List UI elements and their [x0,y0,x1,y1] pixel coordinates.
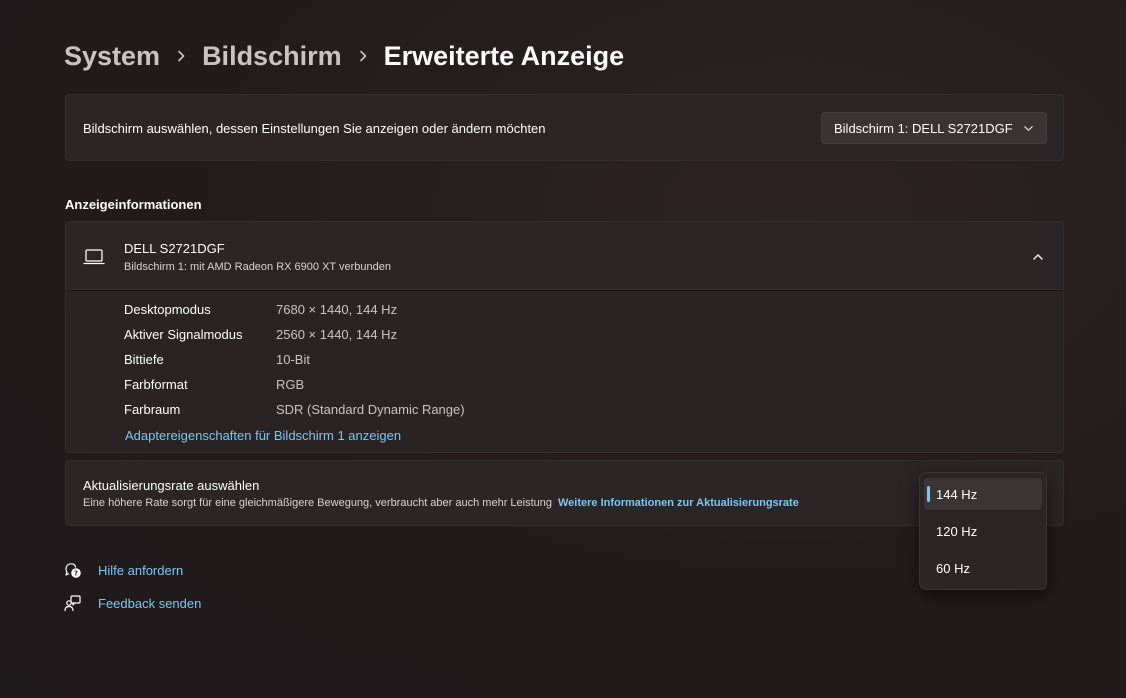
display-select-value: Bildschirm 1: DELL S2721DGF [834,120,1013,136]
display-info-header[interactable]: DELL S2721DGF Bildschirm 1: mit AMD Rade… [65,221,1064,290]
collapse-button[interactable] [1027,246,1049,268]
select-display-card: Bildschirm auswählen, dessen Einstellung… [65,94,1064,161]
laptop-icon [83,249,105,265]
feedback-link-label: Feedback senden [98,595,202,611]
refresh-option-60[interactable]: 60 Hz [924,552,1042,584]
detail-row-signal-mode: Aktiver Signalmodus 2560 × 1440, 144 Hz [124,327,397,345]
refresh-rate-card: Aktualisierungsrate auswählen Eine höher… [65,460,1064,526]
display-name: DELL S2721DGF [124,241,225,256]
detail-key: Desktopmodus [124,302,211,317]
page-title: Erweiterte Anzeige [383,40,625,71]
refresh-rate-info-link[interactable]: Weitere Informationen zur Aktualisierung… [558,497,799,509]
selection-indicator [927,486,930,502]
detail-value: 10-Bit [276,352,310,367]
detail-row-color-format: Farbformat RGB [124,377,304,395]
chevron-right-icon [160,50,202,62]
detail-key: Bittiefe [124,352,164,367]
breadcrumb-system[interactable]: System [64,41,160,72]
help-link-label: Hilfe anfordern [98,562,184,578]
feedback-link[interactable]: Feedback senden [64,593,201,613]
refresh-option-144[interactable]: 144 Hz [924,478,1042,510]
refresh-rate-description: Eine höhere Rate sorgt für eine gleichmä… [83,497,799,509]
detail-key: Farbraum [124,402,181,417]
detail-row-color-space: Farbraum SDR (Standard Dynamic Range) [124,402,465,420]
breadcrumb: System Bildschirm Erweiterte Anzeige [64,38,624,74]
chevron-down-icon [1024,126,1033,131]
feedback-icon [64,595,81,612]
select-display-label: Bildschirm auswählen, dessen Einstellung… [83,121,546,136]
refresh-rate-title: Aktualisierungsrate auswählen [83,478,260,493]
breadcrumb-bildschirm[interactable]: Bildschirm [202,41,342,72]
refresh-option-label: 144 Hz [936,486,978,502]
refresh-option-120[interactable]: 120 Hz [924,515,1042,547]
detail-value: 7680 × 1440, 144 Hz [276,302,398,317]
chevron-right-icon [342,50,384,62]
detail-key: Aktiver Signalmodus [124,327,243,342]
detail-row-desktop-mode: Desktopmodus 7680 × 1440, 144 Hz [124,302,397,320]
display-details-panel: Desktopmodus 7680 × 1440, 144 Hz Aktiver… [65,290,1064,453]
detail-value: SDR (Standard Dynamic Range) [276,402,465,417]
detail-value: RGB [276,377,305,392]
refresh-option-label: 120 Hz [936,523,978,539]
svg-text:?: ? [74,570,78,578]
display-subtitle: Bildschirm 1: mit AMD Radeon RX 6900 XT … [124,261,391,273]
refresh-rate-dropdown-list: 144 Hz 120 Hz 60 Hz [919,472,1047,590]
detail-value: 2560 × 1440, 144 Hz [276,327,398,342]
detail-row-bit-depth: Bittiefe 10-Bit [124,352,310,370]
refresh-rate-description-text: Eine höhere Rate sorgt für eine gleichmä… [83,497,552,509]
detail-key: Farbformat [124,377,188,392]
help-icon: ? [65,563,81,578]
help-link[interactable]: ? Hilfe anfordern [64,560,183,580]
chevron-up-icon [1033,254,1043,260]
adapter-properties-link[interactable]: Adaptereigenschaften für Bildschirm 1 an… [125,428,401,443]
display-select-dropdown[interactable]: Bildschirm 1: DELL S2721DGF [821,112,1047,144]
section-title-display-info: Anzeigeinformationen [65,197,202,212]
refresh-option-label: 60 Hz [936,560,970,576]
